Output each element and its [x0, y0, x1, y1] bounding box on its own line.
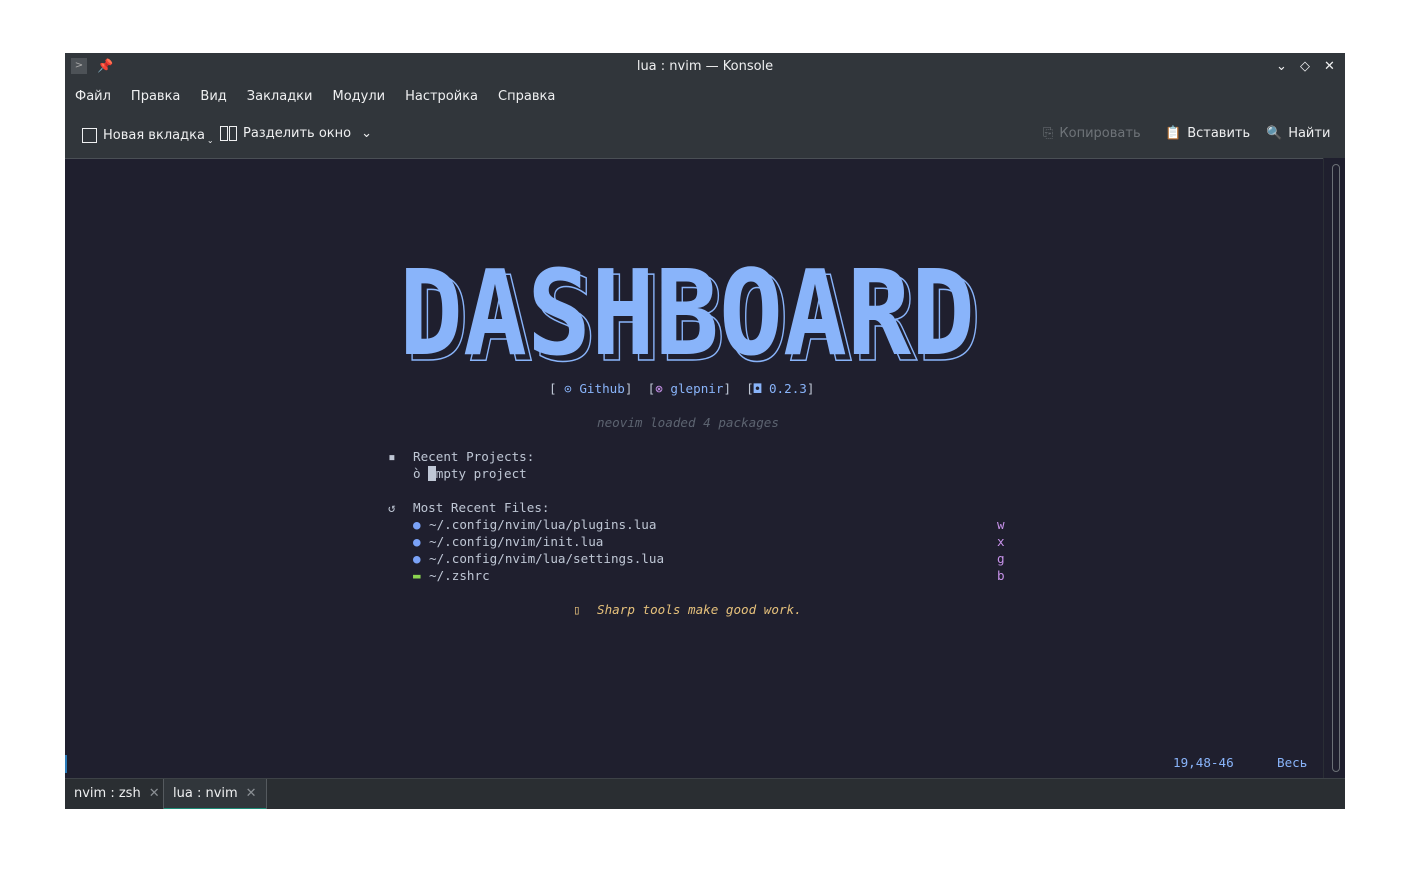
minimize-icon[interactable]: ⌄ [1276, 59, 1287, 74]
new-tab-label: Новая вкладка [103, 128, 205, 143]
dashboard-links: [ ⊙ Github] [⊗ glepnir] [◘ 0.2.3] [549, 381, 815, 396]
project-item[interactable]: ò empty project [413, 466, 527, 481]
file-item[interactable]: ~/.zshrc [429, 568, 490, 583]
menu-help[interactable]: Справка [488, 81, 565, 113]
file-icon-lua: ● [413, 517, 421, 532]
history-icon: ↺ [388, 500, 396, 515]
file-item[interactable]: ~/.config/nvim/lua/settings.lua [429, 551, 664, 566]
konsole-window: > 📌 lua : nvim — Konsole ⌄ ◇ ✕ Файл Прав… [65, 53, 1345, 809]
footer-icon: ▯ [573, 602, 581, 617]
tab-lua-nvim[interactable]: lua : nvim ✕ [163, 779, 267, 809]
paste-icon: 📋 [1165, 126, 1182, 141]
scroll-position: Весь [1277, 755, 1308, 770]
find-button[interactable]: 🔍 Найти [1266, 126, 1330, 141]
file-key: x [997, 534, 1005, 549]
split-icon-right [229, 126, 237, 141]
close-tab-icon[interactable]: ✕ [246, 786, 257, 801]
file-key: w [997, 517, 1005, 532]
file-icon-lua: ● [413, 551, 421, 566]
copy-label: Копировать [1059, 126, 1141, 141]
toolbar: Новая вкладка ⌄ Разделить окно ⌄ ⎘ Копир… [65, 113, 1345, 157]
menu-bar: Файл Правка Вид Закладки Модули Настройк… [65, 81, 565, 113]
copy-icon: ⎘ [1043, 126, 1054, 141]
close-icon[interactable]: ✕ [1324, 59, 1335, 74]
split-view-button[interactable]: Разделить окно ⌄ [220, 126, 372, 141]
file-icon-lua: ● [413, 534, 421, 549]
version-icon: ◘ [753, 381, 769, 396]
tab-label: lua : nvim [173, 786, 238, 801]
footer-quote: Sharp tools make good work. [597, 602, 802, 617]
tab-bar: nvim : zsh ✕ lua : nvim ✕ [65, 778, 1345, 809]
menu-plugins[interactable]: Модули [322, 81, 395, 113]
chevron-down-icon: ⌄ [361, 126, 372, 141]
folder-icon: ▪ [388, 449, 396, 464]
title-bar: > 📌 lua : nvim — Konsole ⌄ ◇ ✕ [65, 53, 1345, 81]
terminal-view[interactable]: DASHBOARD DASHBOARD [ ⊙ Github] [⊗ glepn… [65, 158, 1323, 779]
new-tab-icon [82, 128, 97, 143]
author-icon: ⊗ [655, 381, 671, 396]
project-icon: ò [413, 466, 421, 481]
file-key: g [997, 551, 1005, 566]
author-link[interactable]: glepnir [670, 381, 723, 396]
tab-nvim-zsh[interactable]: nvim : zsh ✕ [65, 779, 169, 808]
find-label: Найти [1288, 126, 1331, 141]
copy-button[interactable]: ⎘ Копировать [1043, 126, 1141, 141]
cursor-position: 19,48-46 [1173, 755, 1234, 770]
file-key: b [997, 568, 1005, 583]
scrollbar-thumb[interactable] [1332, 164, 1340, 772]
paste-label: Вставить [1187, 126, 1251, 141]
tab-label: nvim : zsh [74, 786, 141, 801]
close-tab-icon[interactable]: ✕ [149, 786, 160, 801]
window-title: lua : nvim — Konsole [636, 59, 774, 74]
search-icon: 🔍 [1266, 126, 1283, 141]
menu-edit[interactable]: Правка [121, 81, 190, 113]
scrollbar[interactable] [1323, 158, 1345, 778]
maximize-icon[interactable]: ◇ [1300, 59, 1310, 74]
chevron-down-icon: ⌄ [206, 136, 214, 145]
cursor-marker [65, 755, 67, 773]
paste-button[interactable]: 📋 Вставить [1165, 126, 1250, 141]
recent-files-title: Most Recent Files: [413, 500, 550, 515]
recent-projects-title: Recent Projects: [413, 449, 535, 464]
github-link[interactable]: Github [579, 381, 625, 396]
svg-text:DASHBOARD: DASHBOARD [399, 259, 975, 364]
new-tab-button[interactable]: Новая вкладка ⌄ [82, 126, 214, 145]
dashboard-logo: DASHBOARD DASHBOARD [399, 259, 982, 364]
menu-settings[interactable]: Настройка [395, 81, 488, 113]
menu-file[interactable]: Файл [65, 81, 121, 113]
menu-bookmarks[interactable]: Закладки [237, 81, 323, 113]
split-icon [220, 126, 228, 141]
version-label: 0.2.3 [768, 381, 807, 396]
file-item[interactable]: ~/.config/nvim/init.lua [429, 534, 603, 549]
split-label: Разделить окно [243, 126, 352, 141]
menu-view[interactable]: Вид [190, 81, 236, 113]
project-name: empty project [428, 466, 527, 481]
file-icon-shell: ▬ [413, 568, 421, 583]
file-item[interactable]: ~/.config/nvim/lua/plugins.lua [429, 517, 656, 532]
github-icon: ⊙ [556, 381, 580, 396]
loaded-packages: neovim loaded 4 packages [597, 415, 779, 430]
